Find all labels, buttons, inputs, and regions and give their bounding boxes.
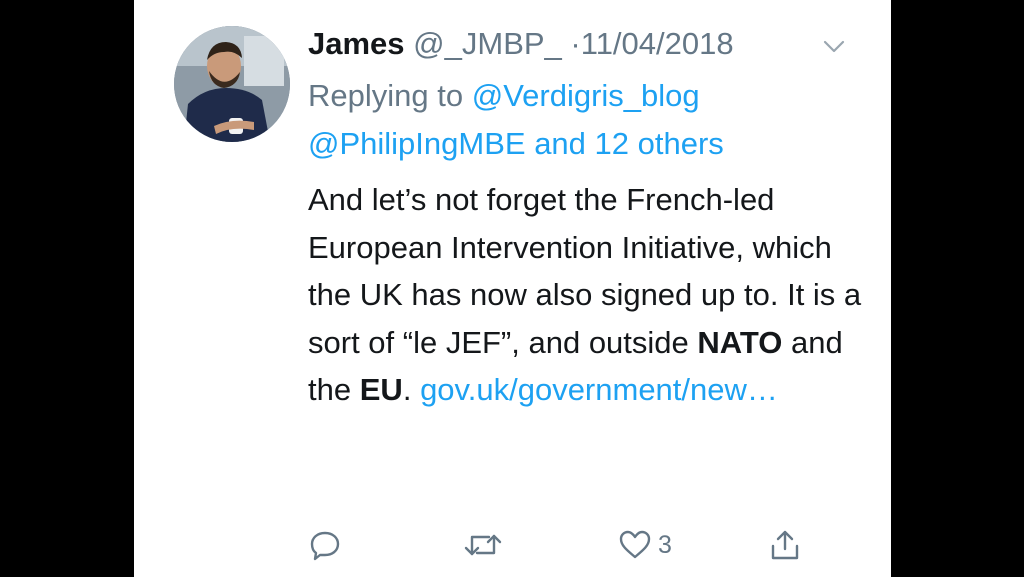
reply-others-link[interactable]: and 12 others bbox=[534, 126, 724, 161]
tweet-card[interactable]: James @_JMBP_ ·11/04/2018 Replying to @V… bbox=[134, 0, 891, 577]
reply-icon bbox=[310, 531, 340, 561]
avatar-image bbox=[174, 26, 290, 142]
tweet-header: James @_JMBP_ ·11/04/2018 bbox=[308, 22, 868, 66]
reply-button[interactable] bbox=[308, 520, 342, 570]
like-button[interactable]: 3 bbox=[618, 520, 672, 570]
tweet-link[interactable]: gov.uk/government/new… bbox=[420, 372, 778, 407]
share-icon bbox=[771, 530, 799, 560]
tweet-text-part-3: . bbox=[402, 372, 412, 407]
author-handle[interactable]: @_JMBP_ bbox=[413, 26, 562, 61]
tweet-text-bold-2: EU bbox=[359, 372, 403, 407]
tweet-text: And let’s not forget the French-led Euro… bbox=[308, 176, 868, 414]
chevron-down-icon[interactable] bbox=[822, 34, 846, 58]
retweet-icon bbox=[464, 534, 502, 556]
tweet-actions: 3 bbox=[308, 520, 828, 570]
like-icon bbox=[619, 530, 651, 559]
header-separator: · bbox=[570, 26, 581, 61]
like-count: 3 bbox=[658, 530, 672, 559]
author-name[interactable]: James bbox=[308, 26, 405, 61]
avatar[interactable] bbox=[174, 26, 290, 142]
tweet-text-bold-1: NATO bbox=[697, 324, 783, 360]
retweet-button[interactable] bbox=[463, 520, 503, 570]
replying-prefix: Replying to bbox=[308, 78, 464, 113]
replying-to: Replying to @Verdigris_blog @PhilipIngMB… bbox=[308, 72, 868, 168]
tweet-date[interactable]: 11/04/2018 bbox=[581, 26, 734, 61]
reply-mention-1[interactable]: @Verdigris_blog bbox=[472, 78, 700, 113]
letterbox-right bbox=[891, 0, 1024, 577]
share-button[interactable] bbox=[768, 520, 802, 570]
reply-mention-2[interactable]: @PhilipIngMBE bbox=[308, 126, 526, 161]
letterbox-left bbox=[0, 0, 134, 577]
